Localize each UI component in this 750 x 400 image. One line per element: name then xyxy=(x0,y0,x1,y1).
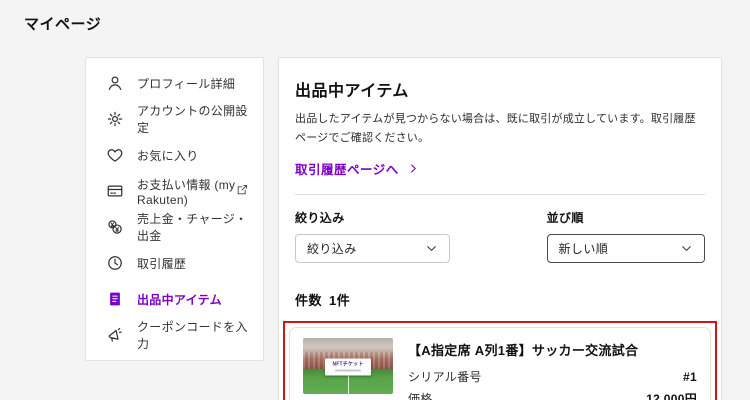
transaction-history-link[interactable]: 取引履歴ページへ xyxy=(295,159,419,178)
item-thumbnail: NFTチケット xyxy=(303,337,393,394)
page-title: マイページ xyxy=(24,16,102,33)
sidebar-item-label: お気に入り xyxy=(137,148,199,163)
transaction-history-link-label: 取引履歴ページへ xyxy=(295,162,399,177)
item-title: 【A指定席 A列1番】サッカー交流試合 xyxy=(408,342,639,358)
external-link-icon xyxy=(236,183,249,199)
nft-ticket-label: NFTチケット xyxy=(332,361,364,368)
chevron-down-icon xyxy=(426,245,436,251)
result-count-value: 1件 xyxy=(329,292,351,308)
sidebar-item-sales-charge-withdraw[interactable]: 売上金・チャージ・出金 xyxy=(86,209,263,245)
row-value: 12,000円 xyxy=(646,391,697,400)
panel-title: 出品中アイテム xyxy=(295,83,409,100)
chevron-right-icon xyxy=(410,164,416,172)
coins-icon xyxy=(105,218,124,237)
sidebar-item-label: クーポンコードを入力 xyxy=(137,320,248,351)
nft-ticket-graphic: NFTチケット xyxy=(325,358,371,376)
row-label: 価格 xyxy=(408,391,433,400)
sort-control: 並び順 新しい順 xyxy=(546,209,705,263)
sidebar-item-transaction-history[interactable]: 取引履歴 xyxy=(86,245,263,281)
sidebar-item-listed-items[interactable]: 出品中アイテム xyxy=(86,281,263,317)
sidebar-item-coupon-code[interactable]: クーポンコードを入力 xyxy=(86,317,263,353)
credit-card-icon xyxy=(105,182,124,201)
row-value: #1 xyxy=(683,369,697,384)
item-row-serial: シリアル番号 #1 xyxy=(408,368,697,385)
panel-description: 出品したアイテムが見つからない場合は、既に取引が成立しています。取引履歴ページで… xyxy=(295,113,696,145)
sidebar-item-payment-info[interactable]: お支払い情報 (my Rakuten) xyxy=(86,173,263,209)
sidebar-item-label: プロフィール詳細 xyxy=(137,76,236,91)
filter-select-value: 絞り込み xyxy=(307,241,357,256)
sidebar-item-label: お支払い情報 (my Rakuten) xyxy=(137,177,236,207)
sidebar-item-favorites[interactable]: お気に入り xyxy=(86,137,263,173)
sidebar-item-profile[interactable]: プロフィール詳細 xyxy=(86,65,263,101)
document-icon xyxy=(105,290,124,309)
nft-ticket-subline xyxy=(335,369,361,372)
chevron-down-icon xyxy=(682,245,691,251)
divider xyxy=(295,193,705,195)
sort-select[interactable]: 新しい順 xyxy=(546,233,705,263)
sort-select-value: 新しい順 xyxy=(558,241,609,256)
sidebar-item-label: 売上金・チャージ・出金 xyxy=(137,212,248,243)
filter-control: 絞り込み 絞り込み xyxy=(295,209,450,263)
sidebar: プロフィール詳細 アカウントの公開設定 お気に入り お支払い情報 (my Rak… xyxy=(85,57,264,361)
gear-icon xyxy=(105,110,124,129)
result-count: 件数 1件 xyxy=(295,290,705,309)
listed-item-card[interactable]: NFTチケット 【A指定席 A列1番】サッカー交流試合 シリアル番号 #1 価格… xyxy=(289,326,711,400)
sidebar-item-label: 出品中アイテム xyxy=(137,292,222,307)
list-controls: 絞り込み 絞り込み 並び順 新しい順 xyxy=(295,209,705,263)
row-label: シリアル番号 xyxy=(408,369,482,384)
filter-select[interactable]: 絞り込み xyxy=(295,233,450,263)
person-icon xyxy=(105,74,124,93)
annotation-highlight-box: NFTチケット 【A指定席 A列1番】サッカー交流試合 シリアル番号 #1 価格… xyxy=(283,320,717,400)
megaphone-icon xyxy=(105,326,124,345)
sidebar-item-account-settings[interactable]: アカウントの公開設定 xyxy=(86,101,263,137)
item-details: 【A指定席 A列1番】サッカー交流試合 シリアル番号 #1 価格 12,000円… xyxy=(408,338,697,400)
result-count-label: 件数 xyxy=(295,292,323,308)
sidebar-item-label: 取引履歴 xyxy=(137,256,187,271)
item-row-price: 価格 12,000円 xyxy=(408,390,697,400)
clock-icon xyxy=(105,254,124,273)
heart-icon xyxy=(105,146,124,165)
sidebar-item-label: アカウントの公開設定 xyxy=(137,104,248,135)
item-attribute-rows: シリアル番号 #1 価格 12,000円 販売手数料 (20%) 2,400円 xyxy=(408,368,697,400)
listed-items-panel: 出品中アイテム 出品したアイテムが見つからない場合は、既に取引が成立しています。… xyxy=(278,57,722,400)
filter-label: 絞り込み xyxy=(295,210,345,225)
sort-label: 並び順 xyxy=(546,210,584,225)
